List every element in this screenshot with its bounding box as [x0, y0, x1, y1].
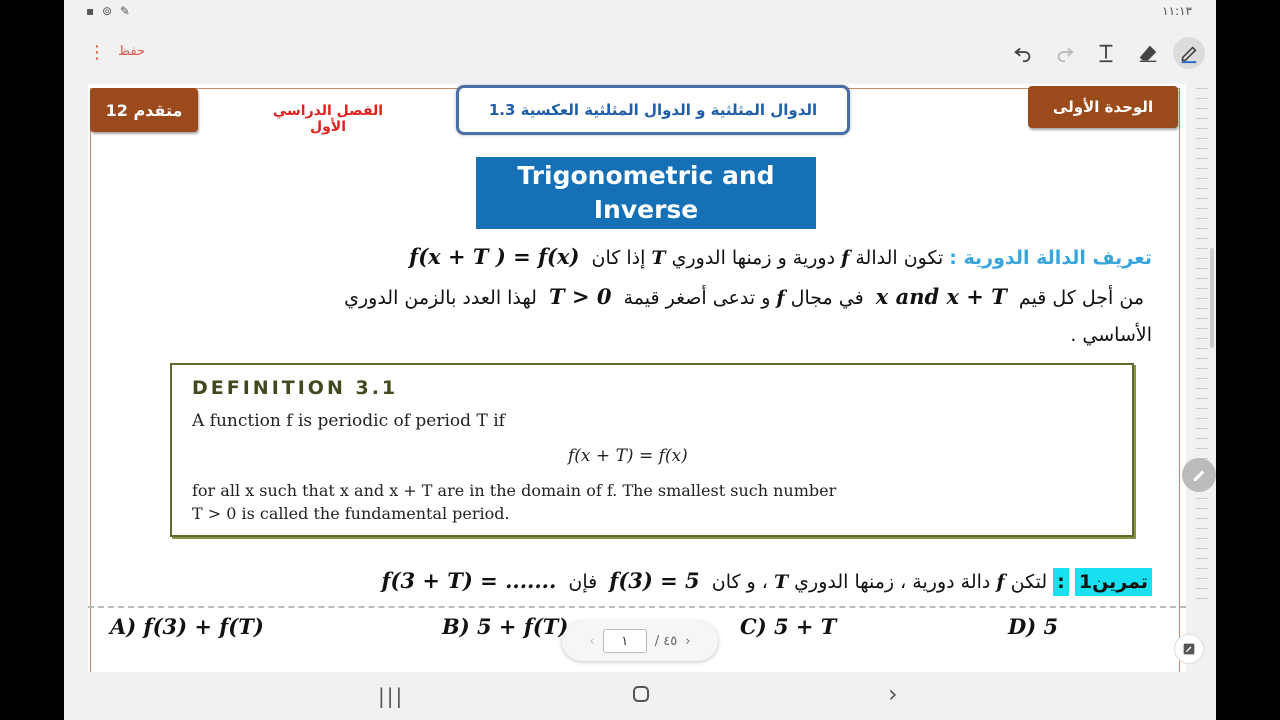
toolbar: ⋮ حفظ	[64, 24, 1216, 82]
option-d: D) 5	[1008, 614, 1059, 639]
text: إذا كان	[591, 247, 646, 269]
definition-heading: DEFINITION 3.1	[192, 377, 399, 399]
text: و تدعى أصغر قيمة	[623, 287, 771, 309]
eraser-icon	[1139, 45, 1157, 62]
definition-ar-label: تعريف الدالة الدورية :	[949, 247, 1152, 269]
unit-badge: الوحدة الأولى	[1028, 86, 1178, 128]
exercise-line: تمرين1 : لتكن f دالة دورية ، زمنها الدور…	[381, 568, 1152, 596]
section-title: Trigonometric and Inverse Trigonometric …	[476, 157, 816, 292]
text: لتكن	[1010, 571, 1048, 593]
back-icon[interactable]: ›	[888, 680, 898, 708]
period-inequality: T > 0	[549, 284, 612, 309]
text: في مجال	[790, 287, 864, 309]
text: دالة دورية ، زمنها الدوري	[794, 571, 991, 593]
floating-edit-button[interactable]	[1174, 634, 1204, 664]
text: لهذا العدد بالزمن الدوري	[344, 287, 537, 309]
pen-icon	[1193, 470, 1205, 481]
status-icons: ▪ ⊚ ✎	[86, 4, 132, 18]
status-bar: ▪ ⊚ ✎ ١١:١٣	[64, 0, 1216, 24]
definition-ar-line-3: الأساسي .	[1070, 324, 1152, 346]
more-menu-icon[interactable]: ⋮	[88, 44, 106, 62]
floating-pen-button[interactable]	[1182, 458, 1216, 492]
option-a: A) f(3) + f(T)	[110, 614, 264, 639]
definition-box: DEFINITION 3.1 A function f is periodic …	[170, 363, 1134, 537]
given-value: f(3) = 5	[609, 568, 700, 593]
math-T: T	[651, 247, 666, 269]
undo-icon	[1014, 47, 1031, 63]
option-b: B) 5 + f(T)	[442, 614, 569, 639]
document-page: 12 متقدم الفصل الدراسي الأول الدوال المث…	[88, 84, 1186, 672]
page-total: / ٤٥	[654, 633, 678, 649]
text: تكون الدالة	[855, 247, 944, 269]
definition-line-3: for all x such that x and x + T are in t…	[192, 481, 837, 500]
definition-formula: f(x + T) = f(x)	[568, 446, 688, 466]
section-title-line-1: Trigonometric and Inverse	[517, 161, 775, 224]
level-badge: 12 متقدم	[90, 88, 198, 132]
recent-apps-icon[interactable]: |||	[378, 684, 404, 708]
scrollbar-thumb[interactable]	[1210, 248, 1214, 348]
math-f: f	[841, 247, 850, 269]
system-nav-bar: ||| ›	[64, 672, 1216, 720]
text: دورية و زمنها الدوري	[671, 247, 836, 269]
next-page-icon[interactable]: ›	[685, 634, 690, 649]
option-c: C) 5 + T	[740, 614, 837, 639]
domain-condition: x and x + T	[875, 284, 1007, 309]
text-tool-icon	[1099, 44, 1113, 63]
home-icon[interactable]	[632, 684, 650, 708]
definition-line-1: A function f is periodic of period T if	[192, 411, 505, 431]
save-button[interactable]: حفظ	[118, 44, 145, 59]
prev-page-icon[interactable]: ‹	[590, 634, 595, 649]
periodic-equation: f(x + T ) = f(x)	[409, 244, 580, 269]
redo-button[interactable]	[1052, 40, 1078, 66]
text-tool-button[interactable]	[1093, 40, 1119, 66]
math-f: f	[776, 287, 785, 309]
eraser-button[interactable]	[1135, 40, 1161, 66]
math-T: T	[773, 571, 789, 593]
page-thumbnail-ruler[interactable]	[1196, 84, 1210, 664]
definition-ar-line-2: من أجل كل قيم x and x + T في مجال f و تد…	[344, 284, 1144, 309]
exercise-tag: تمرين1	[1074, 568, 1152, 596]
definition-ar-line-1: تعريف الدالة الدورية : تكون الدالة f دور…	[409, 244, 1152, 269]
tablet-screen: ▪ ⊚ ✎ ١١:١٣ ⋮ حفظ 12 متقدم الفصل الدراسي…	[64, 0, 1216, 720]
clock: ١١:١٣	[1162, 4, 1192, 18]
question-expression: f(3 + T) = .......	[381, 568, 557, 593]
edit-icon	[1183, 643, 1195, 655]
text: ، و كان	[711, 571, 768, 593]
redo-icon	[1057, 47, 1074, 63]
exercise-colon: :	[1053, 568, 1069, 596]
pen-icon	[1181, 46, 1197, 64]
definition-line-4: T > 0 is called the fundamental period.	[192, 504, 510, 523]
math-f: f	[996, 571, 1005, 593]
page-navigator: ‹ ١ / ٤٥ ›	[562, 621, 718, 661]
lesson-title: الدوال المثلثية و الدوال المثلثية العكسي…	[456, 85, 850, 135]
text: من أجل كل قيم	[1018, 287, 1144, 309]
text: فإن	[568, 571, 598, 593]
page-number-input[interactable]: ١	[602, 629, 647, 653]
undo-button[interactable]	[1010, 40, 1036, 66]
semester-label: الفصل الدراسي الأول	[272, 103, 384, 135]
pen-button[interactable]	[1173, 37, 1205, 69]
